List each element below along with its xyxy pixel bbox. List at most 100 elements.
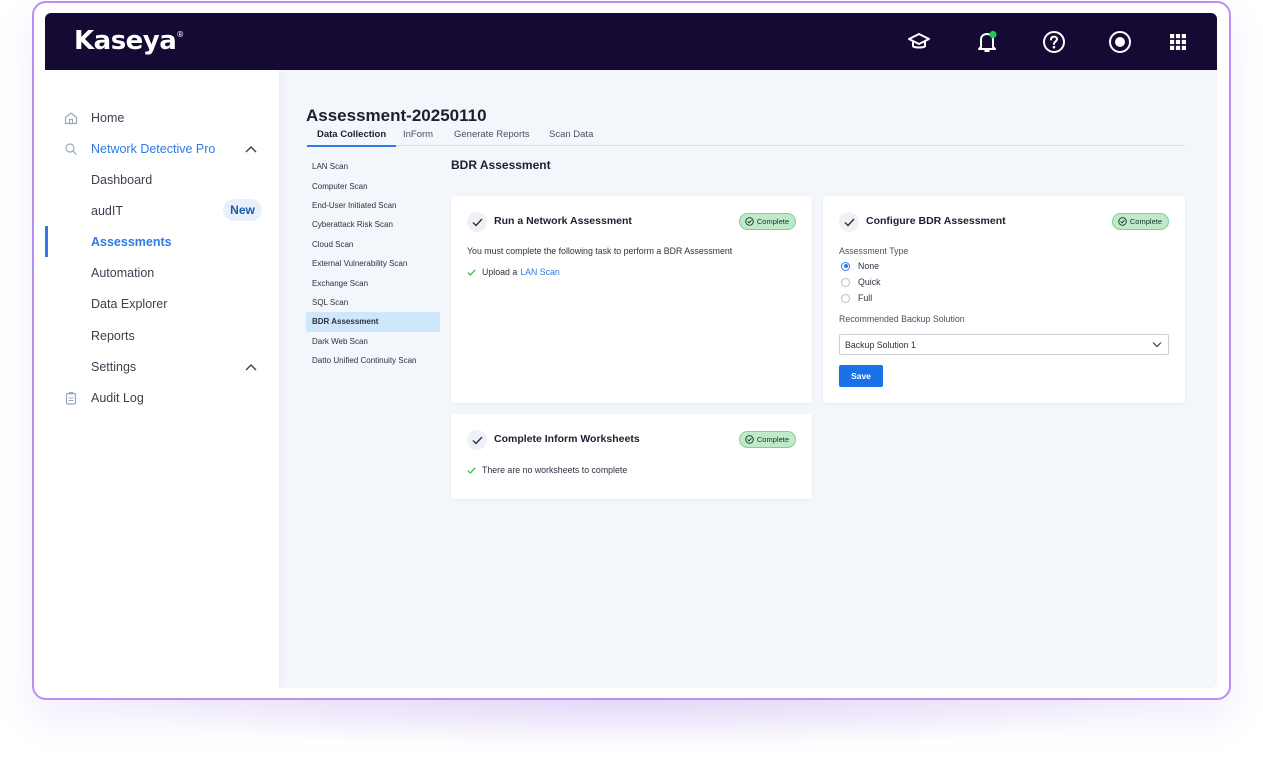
- chevron-up-icon[interactable]: [244, 142, 258, 156]
- radio-label: Quick: [858, 277, 881, 287]
- radio-unselected-icon: [841, 277, 850, 287]
- status-text: Complete: [756, 217, 789, 226]
- scan-item-bdr[interactable]: BDR Assessment: [306, 312, 440, 332]
- scan-item-end-user[interactable]: End-User Initiated Scan: [306, 196, 440, 215]
- sidebar-item-network-detective-pro[interactable]: Network Detective Pro: [45, 133, 279, 164]
- card-header: Run a Network Assessment Complete: [467, 212, 796, 232]
- radio-full[interactable]: Full: [841, 293, 872, 303]
- card-header: Configure BDR Assessment Complete: [839, 212, 1169, 232]
- save-button[interactable]: Save: [839, 365, 883, 387]
- tab-bar: Data Collection InForm Generate Reports …: [306, 128, 1185, 147]
- home-icon: [64, 111, 78, 125]
- scan-list: LAN Scan Computer Scan End-User Initiate…: [306, 157, 440, 370]
- task-item: Upload a LAN Scan: [467, 267, 560, 277]
- configure-bdr-card: Configure BDR Assessment Complete Assess…: [823, 196, 1185, 403]
- radio-label: Full: [858, 293, 873, 303]
- sidebar-item-label: Dashboard: [91, 172, 153, 187]
- task-item: There are no worksheets to complete: [467, 465, 627, 475]
- trademark: ®: [176, 30, 184, 39]
- tab-generate-reports[interactable]: Generate Reports: [454, 129, 530, 146]
- section-title: BDR Assessment: [451, 158, 551, 172]
- card-title: Run a Network Assessment: [494, 215, 632, 227]
- sidebar-item-reports[interactable]: Reports: [45, 320, 279, 351]
- check-icon: [467, 268, 476, 276]
- sidebar-item-home[interactable]: Home: [45, 102, 279, 133]
- card-header: Complete Inform Worksheets Complete: [467, 430, 796, 450]
- task-text: Upload a: [482, 267, 518, 277]
- sidebar-item-data-explorer[interactable]: Data Explorer: [45, 288, 279, 319]
- scan-item-dark-web[interactable]: Dark Web Scan: [306, 332, 440, 351]
- sidebar-item-label: Reports: [91, 328, 135, 343]
- backup-solution-select[interactable]: Backup Solution 1: [839, 334, 1169, 355]
- scan-item-cloud[interactable]: Cloud Scan: [306, 235, 440, 254]
- sidebar-item-label: Home: [91, 110, 125, 125]
- tab-inform[interactable]: InForm: [403, 129, 433, 146]
- main-content: Assessment-20250110 Data Collection InFo…: [279, 70, 1217, 688]
- status-badge: Complete: [738, 213, 796, 230]
- tab-scan-data[interactable]: Scan Data: [549, 129, 593, 146]
- status-badge: Complete: [738, 431, 796, 448]
- chevron-down-icon: [1152, 340, 1162, 350]
- sidebar-item-audit-log[interactable]: Audit Log: [45, 382, 279, 413]
- chevron-up-icon[interactable]: [244, 360, 258, 374]
- scan-item-external-vulnerability[interactable]: External Vulnerability Scan: [306, 254, 440, 273]
- sidebar-item-dashboard[interactable]: Dashboard: [45, 164, 279, 195]
- check-circle-icon: [1118, 217, 1127, 226]
- brand-name: Kaseya: [74, 26, 177, 56]
- page-title: Assessment-20250110: [306, 106, 487, 125]
- inform-worksheets-card: Complete Inform Worksheets Complete Ther…: [451, 414, 812, 499]
- radio-quick[interactable]: Quick: [841, 277, 881, 287]
- apps-grid-icon[interactable]: [1165, 29, 1191, 55]
- radio-selected-icon: [841, 261, 850, 271]
- sidebar-item-automation[interactable]: Automation: [45, 257, 279, 288]
- sidebar-item-assessments[interactable]: Assessments: [45, 226, 279, 257]
- bell-icon[interactable]: [974, 29, 1000, 55]
- top-bar: Kaseya®: [45, 13, 1217, 70]
- lan-scan-link[interactable]: LAN Scan: [520, 267, 560, 277]
- radio-none[interactable]: None: [841, 261, 879, 271]
- check-icon: [467, 212, 487, 232]
- app-window: Kaseya® Home Network Detective Pro Dashb…: [45, 13, 1217, 688]
- check-icon: [467, 430, 487, 450]
- check-circle-icon: [745, 435, 754, 444]
- sidebar-item-label: Automation: [91, 265, 155, 280]
- sidebar-item-label: Audit Log: [91, 390, 144, 405]
- scan-item-sql[interactable]: SQL Scan: [306, 293, 440, 312]
- status-text: Complete: [756, 435, 789, 444]
- active-indicator: [45, 226, 48, 257]
- card-title: Complete Inform Worksheets: [494, 433, 640, 445]
- check-icon: [467, 466, 476, 474]
- radio-unselected-icon: [841, 293, 850, 303]
- check-icon: [839, 212, 859, 232]
- clipboard-icon: [64, 391, 78, 405]
- radio-label: None: [858, 261, 880, 271]
- select-value: Backup Solution 1: [845, 339, 916, 350]
- status-badge: Complete: [1111, 213, 1169, 230]
- task-text: There are no worksheets to complete: [482, 465, 628, 475]
- scan-item-exchange[interactable]: Exchange Scan: [306, 273, 440, 292]
- sidebar-item-label: Network Detective Pro: [91, 141, 216, 156]
- search-icon: [64, 142, 78, 156]
- sidebar-item-label: audIT: [91, 203, 123, 218]
- sidebar: Home Network Detective Pro Dashboard aud…: [45, 70, 279, 688]
- sidebar-item-label: Assessments: [91, 234, 172, 249]
- scan-item-cyberattack[interactable]: Cyberattack Risk Scan: [306, 215, 440, 234]
- backup-solution-label: Recommended Backup Solution: [839, 314, 965, 324]
- card-description: You must complete the following task to …: [467, 246, 733, 256]
- kaseya-logo[interactable]: Kaseya®: [74, 26, 184, 56]
- sidebar-item-label: Data Explorer: [91, 296, 168, 311]
- tab-data-collection[interactable]: Data Collection: [306, 129, 397, 147]
- check-circle-icon: [745, 217, 754, 226]
- assessment-type-label: Assessment Type: [839, 246, 909, 256]
- scan-item-computer[interactable]: Computer Scan: [306, 176, 440, 195]
- user-icon[interactable]: [1107, 29, 1133, 55]
- card-title: Configure BDR Assessment: [866, 215, 1006, 227]
- scan-item-datto[interactable]: Datto Unified Continuity Scan: [306, 351, 440, 370]
- graduation-cap-icon[interactable]: [906, 29, 932, 55]
- sidebar-item-settings[interactable]: Settings: [45, 351, 279, 382]
- scan-item-lan[interactable]: LAN Scan: [306, 157, 440, 176]
- status-text: Complete: [1129, 217, 1162, 226]
- help-icon[interactable]: [1041, 29, 1067, 55]
- network-assessment-card: Run a Network Assessment Complete You mu…: [451, 196, 812, 403]
- sidebar-item-audit[interactable]: audIT New: [45, 195, 279, 226]
